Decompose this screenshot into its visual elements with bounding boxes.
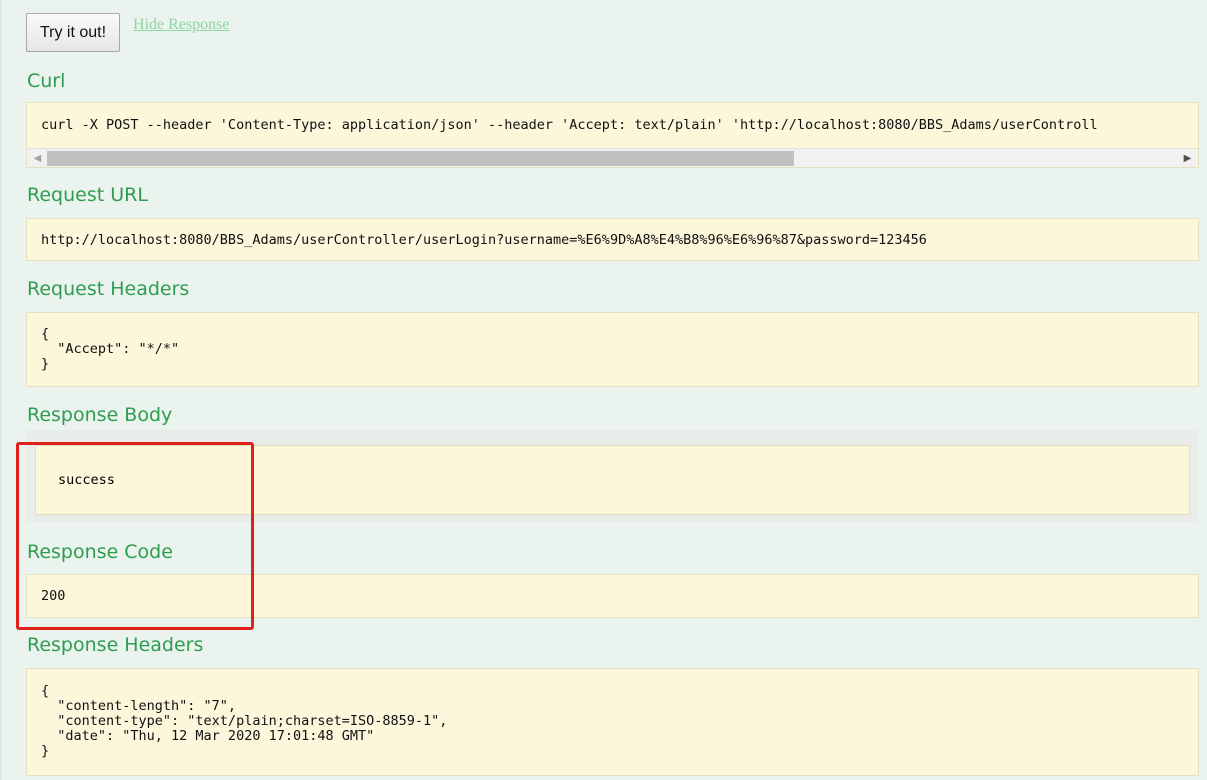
annotation-highlight-box <box>16 442 254 630</box>
hide-response-link[interactable]: Hide Response <box>133 16 229 34</box>
request-url-value: http://localhost:8080/BBS_Adams/userCont… <box>41 232 927 248</box>
curl-block[interactable]: curl -X POST --header 'Content-Type: app… <box>26 102 1199 168</box>
request-headers-value: { "Accept": "*/*" } <box>41 326 180 372</box>
scroll-right-icon[interactable]: ▶ <box>1179 149 1196 167</box>
try-it-out-button[interactable]: Try it out! <box>26 13 120 52</box>
request-url-block: http://localhost:8080/BBS_Adams/userCont… <box>26 218 1199 261</box>
panel-left-border <box>0 0 2 780</box>
scrollbar-thumb[interactable] <box>47 151 794 166</box>
response-headers-value: { "content-length": "7", "content-type":… <box>41 683 448 759</box>
request-headers-heading: Request Headers <box>27 278 190 300</box>
request-headers-block: { "Accept": "*/*" } <box>26 312 1199 387</box>
request-url-heading: Request URL <box>27 184 148 206</box>
response-body-heading: Response Body <box>27 404 173 426</box>
response-headers-heading: Response Headers <box>27 634 204 656</box>
response-headers-block: { "content-length": "7", "content-type":… <box>26 668 1199 776</box>
curl-command: curl -X POST --header 'Content-Type: app… <box>41 117 1098 133</box>
swagger-operation-panel: Try it out! Hide Response Curl curl -X P… <box>0 0 1207 780</box>
curl-horizontal-scrollbar[interactable]: ◀ ▶ <box>27 148 1198 167</box>
scroll-left-icon[interactable]: ◀ <box>29 149 46 167</box>
curl-heading: Curl <box>27 70 66 92</box>
